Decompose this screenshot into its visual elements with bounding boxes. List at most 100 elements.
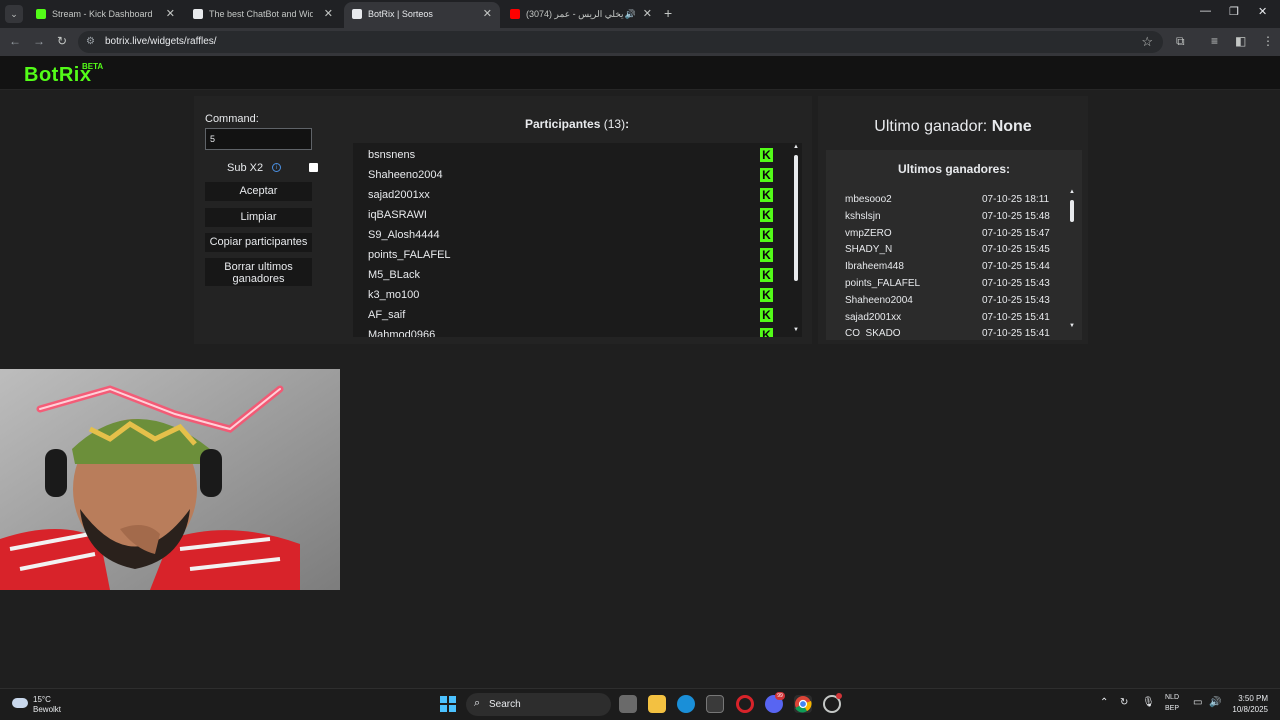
raffle-panel: Command: Sub X2 i Aceptar Limpiar Copiar… bbox=[194, 96, 812, 344]
tab-close-icon[interactable]: ✕ bbox=[643, 2, 652, 26]
extensions-icon[interactable]: ⧉ bbox=[1176, 34, 1185, 49]
participant-name: sajad2001xx bbox=[368, 189, 430, 201]
site-info-icon[interactable]: ⚙ bbox=[86, 36, 95, 47]
taskbar: 15°C Bewolkt ⌕ Search 99 ⌃ ↻ 🎙 NLD BEP ▭… bbox=[0, 688, 1280, 720]
sync-icon[interactable]: ↻ bbox=[1120, 697, 1128, 708]
taskbar-search[interactable]: ⌕ Search bbox=[466, 693, 611, 716]
clock-date[interactable]: 10/8/2025 bbox=[1225, 705, 1268, 714]
keyboard-layout[interactable]: BEP bbox=[1165, 705, 1179, 712]
delete-winners-button[interactable]: Borrar ultimos ganadores bbox=[205, 258, 312, 286]
new-tab-button[interactable]: + bbox=[664, 5, 672, 21]
back-icon[interactable]: ← bbox=[9, 34, 21, 48]
edge-icon[interactable] bbox=[677, 695, 695, 713]
info-icon[interactable]: i bbox=[272, 163, 281, 172]
participant-row[interactable]: points_FALAFEL K bbox=[368, 245, 773, 265]
winner-row[interactable]: points_FALAFEL 07-10-25 15:43 bbox=[826, 276, 1070, 293]
accept-button[interactable]: Aceptar bbox=[205, 182, 312, 201]
sub-x2-checkbox[interactable] bbox=[309, 163, 318, 172]
scroll-up-arrow-icon[interactable]: ▲ bbox=[791, 144, 801, 150]
winner-row[interactable]: Ibraheem448 07-10-25 15:44 bbox=[826, 259, 1070, 276]
clear-button[interactable]: Limpiar bbox=[205, 208, 312, 227]
chrome-icon[interactable] bbox=[794, 695, 812, 713]
participant-name: Shaheeno2004 bbox=[368, 169, 443, 181]
winner-row[interactable]: vmpZERO 07-10-25 15:47 bbox=[826, 226, 1070, 243]
restore-icon[interactable]: ❐ bbox=[1229, 5, 1239, 18]
participant-row[interactable]: M5_BLack K bbox=[368, 265, 773, 285]
winners-list[interactable]: mbesooo2 07-10-25 18:11 kshslsjn 07-10-25 1… bbox=[826, 192, 1070, 337]
forward-icon[interactable]: → bbox=[33, 34, 45, 48]
tab-close-icon[interactable]: ✕ bbox=[324, 2, 333, 26]
winner-name: SHADY_N bbox=[845, 244, 893, 256]
menu-icon[interactable]: ⋮ bbox=[1262, 34, 1274, 48]
language-code[interactable]: NLD bbox=[1165, 694, 1179, 701]
store-icon[interactable] bbox=[706, 695, 724, 713]
participants-scrollbar[interactable]: ▲ ▼ bbox=[791, 143, 801, 337]
weather-temperature[interactable]: 15°C bbox=[33, 695, 51, 704]
browser-tab[interactable]: The best ChatBot and Widgets ✕ bbox=[185, 2, 341, 28]
microphone-icon[interactable]: 🎙 bbox=[1142, 697, 1155, 708]
participant-row[interactable]: iqBASRAWI K bbox=[368, 205, 773, 225]
scroll-thumb[interactable] bbox=[794, 155, 798, 281]
task-view-icon[interactable] bbox=[619, 695, 637, 713]
winner-name: mbesooo2 bbox=[845, 194, 892, 205]
browser-tab-bar: ⌄ Stream - Kick Dashboard ✕ The best ChatB… bbox=[0, 0, 1280, 28]
participants-list[interactable]: bsnsnens K Shaheeno2004 Ksajad2001xx KiqBASR… bbox=[353, 143, 802, 337]
winner-row[interactable]: Shaheeno2004 07-10-25 15:43 bbox=[826, 293, 1070, 310]
participant-row[interactable]: S9_Alosh4444 K bbox=[368, 225, 773, 245]
winner-row[interactable]: mbesooo2 07-10-25 18:11 bbox=[826, 192, 1070, 209]
kick-platform-icon: K bbox=[760, 288, 773, 302]
windows-start-icon[interactable] bbox=[440, 696, 456, 712]
winner-row[interactable]: kshslsjn 07-10-25 15:48 bbox=[826, 209, 1070, 226]
close-window-icon[interactable]: ✕ bbox=[1258, 5, 1267, 18]
delete-winners-line2: ganadores bbox=[232, 273, 285, 285]
kick-platform-icon: K bbox=[760, 188, 773, 202]
tab-audio-icon[interactable]: 🔊 bbox=[625, 2, 636, 26]
scroll-up-arrow-icon[interactable]: ▲ bbox=[1067, 189, 1077, 195]
copy-participants-button[interactable]: Copiar participantes bbox=[205, 233, 312, 252]
scroll-thumb[interactable] bbox=[1070, 200, 1074, 222]
browser-tab[interactable]: BotRix | Sorteos ✕ bbox=[344, 2, 500, 28]
participant-row[interactable]: bsnsnens K bbox=[368, 145, 773, 165]
clock-time[interactable]: 3:50 PM bbox=[1235, 694, 1268, 703]
bookmark-star-icon[interactable]: ☆ bbox=[1141, 34, 1153, 50]
scroll-down-arrow-icon[interactable]: ▼ bbox=[791, 327, 801, 333]
tab-search-button[interactable]: ⌄ bbox=[5, 5, 23, 23]
weather-condition[interactable]: Bewolkt bbox=[33, 705, 61, 714]
reload-icon[interactable]: ↻ bbox=[57, 34, 67, 48]
address-bar[interactable]: ⚙ botrix.live/widgets/raffles/ ☆ bbox=[78, 31, 1163, 53]
kick-platform-icon: K bbox=[760, 228, 773, 242]
winners-panel: Ultimo ganador: None Ultimos ganadores: … bbox=[818, 96, 1088, 344]
delete-winners-line1: Borrar ultimos bbox=[224, 261, 293, 273]
file-explorer-icon[interactable] bbox=[648, 695, 666, 713]
volume-icon[interactable]: 🔊 bbox=[1209, 697, 1221, 708]
command-input[interactable] bbox=[205, 128, 312, 150]
tab-close-icon[interactable]: ✕ bbox=[166, 2, 175, 26]
participant-row[interactable]: sajad2001xx K bbox=[368, 185, 773, 205]
participant-row[interactable]: k3_mo100 K bbox=[368, 285, 773, 305]
kick-platform-icon: K bbox=[760, 168, 773, 182]
browser-tab[interactable]: Stream - Kick Dashboard ✕ bbox=[28, 2, 183, 28]
tab-close-icon[interactable]: ✕ bbox=[483, 2, 492, 26]
winners-scrollbar[interactable]: ▲ ▼ bbox=[1067, 188, 1077, 333]
tab-favicon-icon bbox=[352, 9, 362, 19]
winner-date: 07-10-25 15:45 bbox=[982, 244, 1050, 256]
minimize-icon[interactable]: — bbox=[1200, 5, 1211, 17]
browser-tab[interactable]: (3074) الله يخلي الريس - عمر 🔊 ✕ bbox=[502, 2, 660, 28]
winner-name: points_FALAFEL bbox=[845, 277, 921, 289]
network-icon[interactable]: ▭ bbox=[1193, 697, 1202, 708]
participant-name: S9_Alosh4444 bbox=[368, 229, 440, 241]
participants-colon: : bbox=[625, 117, 630, 131]
cloud-icon[interactable] bbox=[12, 698, 28, 708]
url-text[interactable]: botrix.live/widgets/raffles/ bbox=[105, 36, 217, 47]
winner-row[interactable]: sajad2001xx 07-10-25 15:41 bbox=[826, 310, 1070, 327]
profile-icon[interactable]: ◧ bbox=[1235, 34, 1246, 48]
show-hidden-icons-icon[interactable]: ⌃ bbox=[1100, 697, 1108, 708]
media-control-icon[interactable]: ≡ bbox=[1211, 34, 1218, 48]
winner-row[interactable]: SHADY_N 07-10-25 15:45 bbox=[826, 242, 1070, 259]
scroll-down-arrow-icon[interactable]: ▼ bbox=[1067, 323, 1077, 329]
participant-row[interactable]: Mahmod0966 K bbox=[368, 325, 773, 337]
participant-row[interactable]: AF_saif K bbox=[368, 305, 773, 325]
participant-row[interactable]: Shaheeno2004 K bbox=[368, 165, 773, 185]
winner-row[interactable]: CO_SKADO 07-10-25 15:41 bbox=[826, 326, 1070, 337]
opera-icon[interactable] bbox=[736, 695, 754, 713]
